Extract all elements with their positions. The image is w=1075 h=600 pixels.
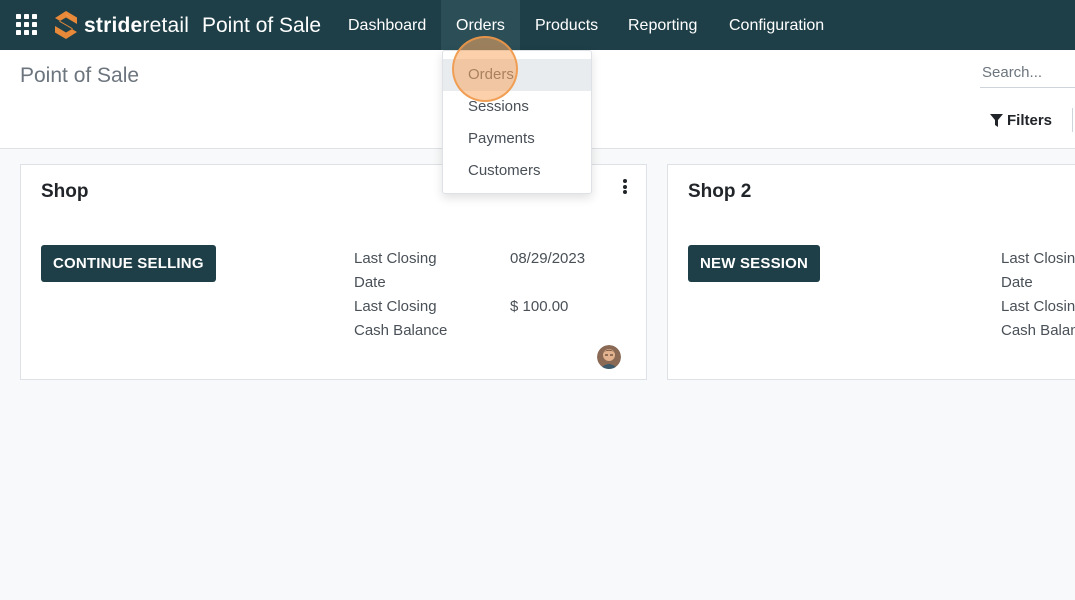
last-closing-cash-label: Last Closing Cash Balance <box>354 298 448 339</box>
nav-item-reporting[interactable]: Reporting <box>613 0 712 50</box>
card-title[interactable]: Shop 2 <box>688 179 751 205</box>
orders-dropdown-menu: Orders Sessions Payments Customers <box>442 50 592 194</box>
filters-label: Filters <box>1007 111 1053 129</box>
continue-selling-button[interactable]: CONTINUE SELLING <box>41 245 216 282</box>
nav-item-dashboard[interactable]: Dashboard <box>333 0 441 50</box>
filters-button[interactable]: Filters <box>990 108 1052 132</box>
last-closing-cash-value: $ 100.00 <box>510 298 569 315</box>
pos-card-shop-2: Shop 2 NEW SESSION Last Closing Date Las… <box>667 164 1075 380</box>
last-closing-cash-label: Last Closing Cash Balance <box>1001 298 1075 339</box>
user-avatar[interactable] <box>597 345 621 369</box>
nav-item-orders[interactable]: Orders <box>441 0 520 50</box>
filter-icon <box>990 113 1003 127</box>
nav-item-products[interactable]: Products <box>520 0 613 50</box>
last-closing-date-label: Last Closing Date <box>354 250 437 291</box>
nav-item-configuration[interactable]: Configuration <box>714 0 839 50</box>
menu-item-customers[interactable]: Customers <box>443 155 591 187</box>
menu-item-sessions[interactable]: Sessions <box>443 91 591 123</box>
app-title[interactable]: Point of Sale <box>202 12 321 40</box>
brand-wordmark: strideretail <box>84 13 190 37</box>
search-input[interactable] <box>980 58 1075 88</box>
pos-card-shop: Shop CONTINUE SELLING Last Closing Date … <box>20 164 647 380</box>
last-closing-date-value: 08/29/2023 <box>510 250 586 267</box>
new-session-button[interactable]: NEW SESSION <box>688 245 821 282</box>
brand-logo-icon <box>55 11 77 39</box>
control-panel-divider <box>1072 108 1073 132</box>
vertical-dots-icon[interactable] <box>619 179 631 197</box>
apps-grid-icon[interactable] <box>16 14 38 36</box>
menu-item-orders[interactable]: Orders <box>443 59 591 91</box>
menu-item-payments[interactable]: Payments <box>443 123 591 155</box>
last-closing-date-label: Last Closing Date <box>1001 250 1075 291</box>
card-title[interactable]: Shop <box>41 179 89 205</box>
brand-logo[interactable]: strideretail <box>54 10 189 40</box>
page-title: Point of Sale <box>20 64 140 87</box>
top-navbar: strideretail Point of Sale Dashboard Ord… <box>0 0 1075 50</box>
